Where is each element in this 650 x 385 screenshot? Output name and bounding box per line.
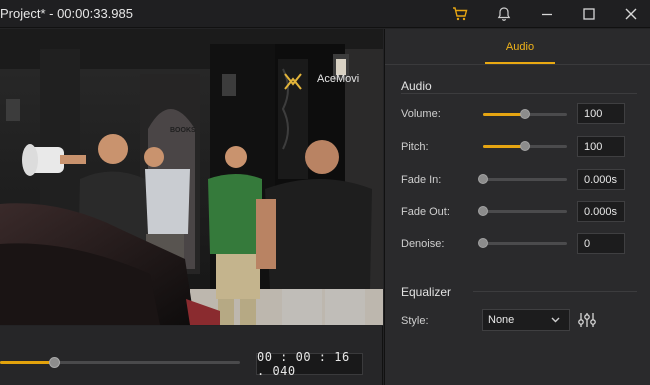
fade-out-label: Fade Out:	[401, 206, 450, 218]
chevron-down-icon	[550, 314, 561, 328]
maximize-icon[interactable]	[579, 4, 599, 24]
video-preview[interactable]: AceMovi BOOKS	[0, 29, 383, 325]
tab-active-indicator	[485, 62, 555, 64]
volume-label: Volume:	[401, 108, 441, 120]
pitch-value-field[interactable]: 100	[577, 136, 625, 157]
denoise-slider[interactable]	[478, 238, 567, 248]
shop-sign: BOOKS	[170, 127, 196, 134]
tab-audio[interactable]: Audio	[485, 29, 555, 65]
volume-slider-fill	[483, 113, 525, 116]
close-icon[interactable]	[621, 4, 641, 24]
fade-in-slider[interactable]	[478, 174, 567, 184]
volume-slider[interactable]	[483, 109, 567, 119]
pitch-slider-fill	[483, 145, 525, 148]
equalizer-style-value: None	[488, 314, 515, 326]
bell-icon[interactable]	[494, 4, 514, 24]
style-label: Style:	[401, 315, 429, 327]
equalizer-section-title: Equalizer	[401, 285, 452, 299]
panel-tabs: Audio	[385, 29, 650, 65]
fade-out-value-field[interactable]: 0.000s	[577, 201, 625, 222]
seek-handle[interactable]	[49, 357, 60, 368]
title-bar: Project* - 00:00:33.985	[0, 0, 650, 28]
audio-section-title: Audio	[401, 79, 432, 93]
current-timecode: 00 : 00 : 16 . 040	[256, 350, 363, 378]
denoise-value-field[interactable]: 0	[577, 233, 625, 254]
fade-in-slider-handle[interactable]	[478, 174, 488, 184]
seek-bar-fill	[0, 361, 54, 364]
fade-in-label: Fade In:	[401, 174, 442, 186]
equalizer-settings-icon[interactable]	[577, 310, 597, 330]
volume-slider-handle[interactable]	[520, 109, 530, 119]
pitch-slider[interactable]	[483, 141, 567, 151]
equalizer-style-select[interactable]: None	[482, 309, 570, 331]
denoise-label: Denoise:	[401, 238, 445, 250]
volume-value-field[interactable]: 100	[577, 103, 625, 124]
fade-in-value-field[interactable]: 0.000s	[577, 169, 625, 190]
cart-icon[interactable]	[450, 4, 470, 24]
pitch-slider-handle[interactable]	[520, 141, 530, 151]
properties-panel: Audio Audio Volume: 100 Pitch: 100 Fade …	[384, 29, 650, 385]
audio-section-divider	[401, 93, 637, 94]
fade-out-slider-handle[interactable]	[478, 206, 488, 216]
pitch-label: Pitch:	[401, 141, 429, 153]
video-watermark: AceMovi	[317, 73, 360, 85]
denoise-slider-handle[interactable]	[478, 238, 488, 248]
fade-out-slider[interactable]	[478, 206, 567, 216]
seek-bar[interactable]	[0, 357, 240, 368]
window-title: Project* - 00:00:33.985	[0, 6, 133, 21]
equalizer-section-divider	[473, 291, 637, 292]
minimize-icon[interactable]	[537, 4, 557, 24]
